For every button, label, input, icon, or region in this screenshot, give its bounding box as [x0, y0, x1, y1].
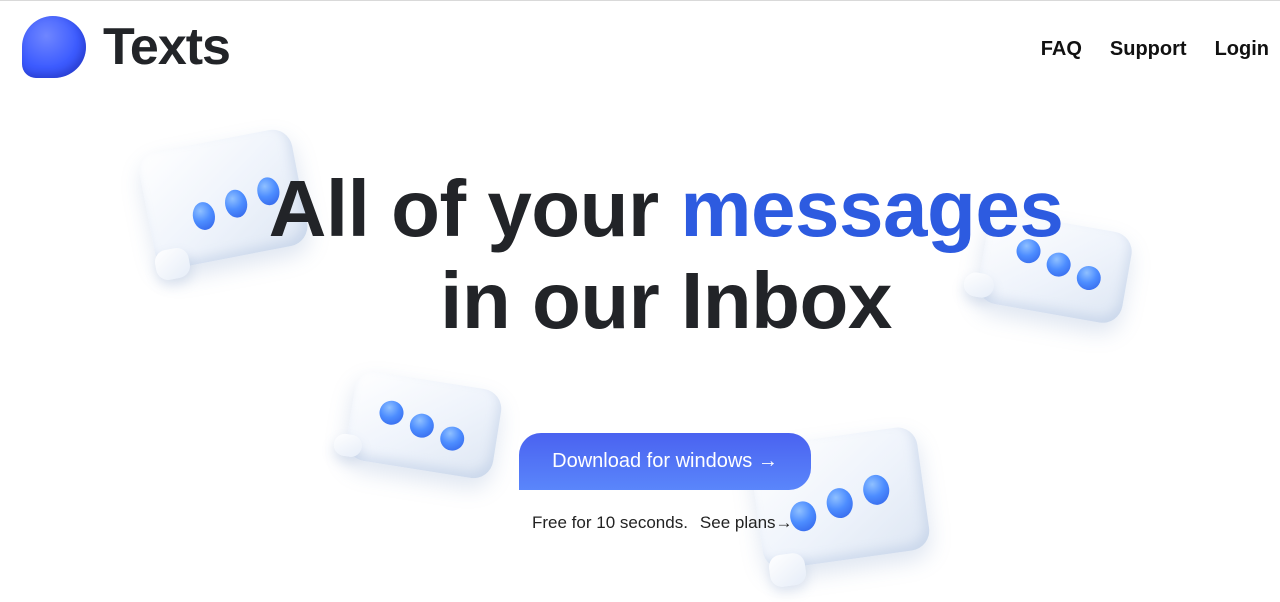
typing-bubble-icon — [332, 368, 505, 482]
main-nav: FAQ Support Login — [1013, 38, 1269, 61]
free-trial-text: Free for 10 seconds. — [532, 513, 688, 532]
brand-logo[interactable]: Texts — [22, 16, 231, 78]
pricing-note: Free for 10 seconds. See plans→ — [532, 513, 793, 533]
brand-name: Texts — [103, 18, 231, 76]
hero-heading-start: All of your — [268, 164, 681, 253]
download-windows-button[interactable]: Download for windows → — [519, 433, 811, 490]
hero-heading: All of your messages in our Inbox — [0, 163, 1280, 347]
hero-heading-accent: messages — [680, 164, 1064, 253]
see-plans-link[interactable]: See plans→ — [700, 513, 793, 532]
top-border — [0, 0, 1280, 1]
nav-link-login[interactable]: Login — [1215, 38, 1269, 61]
nav-link-support[interactable]: Support — [1110, 38, 1187, 61]
nav-link-faq[interactable]: FAQ — [1041, 38, 1082, 61]
chat-bubble-logo-icon — [22, 16, 86, 78]
hero-heading-line2: in our Inbox — [440, 256, 892, 345]
